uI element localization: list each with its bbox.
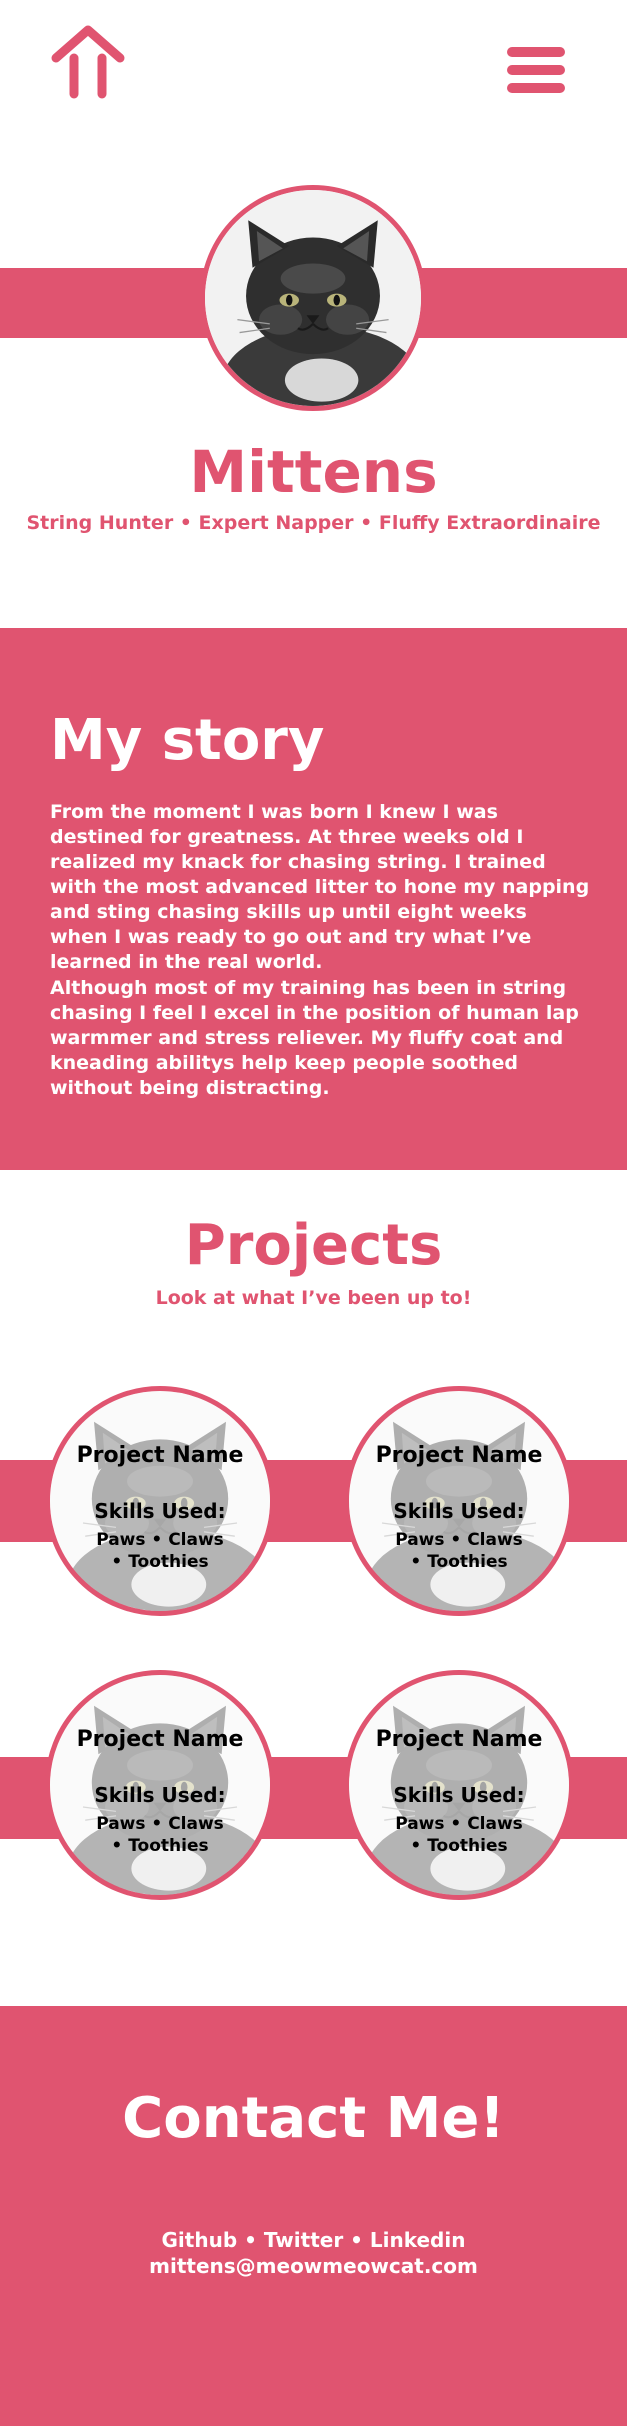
project-skills-label: Skills Used: bbox=[393, 1499, 525, 1523]
menu-bar bbox=[507, 65, 565, 75]
story-paragraph: From the moment I was born I knew I was … bbox=[50, 801, 590, 973]
contact-email[interactable]: mittens@meowmeowcat.com bbox=[0, 2254, 627, 2278]
profile-tagline: String Hunter • Expert Napper • Fluffy E… bbox=[26, 512, 601, 534]
cat-avatar bbox=[200, 185, 426, 411]
contact-links[interactable]: Github • Twitter • Linkedin bbox=[0, 2228, 627, 2252]
project-skills-label: Skills Used: bbox=[94, 1783, 226, 1807]
project-card[interactable]: Project Name Skills Used: Paws • Claws •… bbox=[344, 1386, 574, 1616]
contact-heading: Contact Me! bbox=[122, 2086, 505, 2151]
profile-name: Mittens bbox=[189, 438, 438, 506]
story-section: My story From the moment I was born I kn… bbox=[0, 628, 627, 1170]
project-skills: Paws • Claws • Toothies bbox=[96, 1814, 224, 1856]
story-paragraph: Although most of my training has been in… bbox=[50, 977, 579, 1099]
project-skills-label: Skills Used: bbox=[94, 1499, 226, 1523]
hamburger-menu-icon[interactable] bbox=[507, 47, 565, 93]
project-title: Project Name bbox=[76, 1443, 244, 1468]
contact-section: Contact Me! Github • Twitter • Linkedin … bbox=[0, 2006, 627, 2426]
project-skills: Paws • Claws • Toothies bbox=[395, 1814, 523, 1856]
project-skills-label: Skills Used: bbox=[393, 1783, 525, 1807]
menu-bar bbox=[507, 47, 565, 57]
project-card[interactable]: Project Name Skills Used: Paws • Claws •… bbox=[344, 1670, 574, 1900]
project-title: Project Name bbox=[375, 1727, 543, 1752]
projects-heading: Projects bbox=[184, 1213, 443, 1278]
projects-subheading: Look at what I’ve been up to! bbox=[155, 1287, 472, 1309]
project-title: Project Name bbox=[375, 1443, 543, 1468]
home-arrow-icon[interactable] bbox=[48, 24, 128, 99]
project-skills: Paws • Claws • Toothies bbox=[395, 1530, 523, 1572]
project-card[interactable]: Project Name Skills Used: Paws • Claws •… bbox=[45, 1670, 275, 1900]
project-card[interactable]: Project Name Skills Used: Paws • Claws •… bbox=[45, 1386, 275, 1616]
project-title: Project Name bbox=[76, 1727, 244, 1752]
project-skills: Paws • Claws • Toothies bbox=[96, 1530, 224, 1572]
menu-bar bbox=[507, 83, 565, 93]
story-heading: My story bbox=[50, 708, 325, 773]
